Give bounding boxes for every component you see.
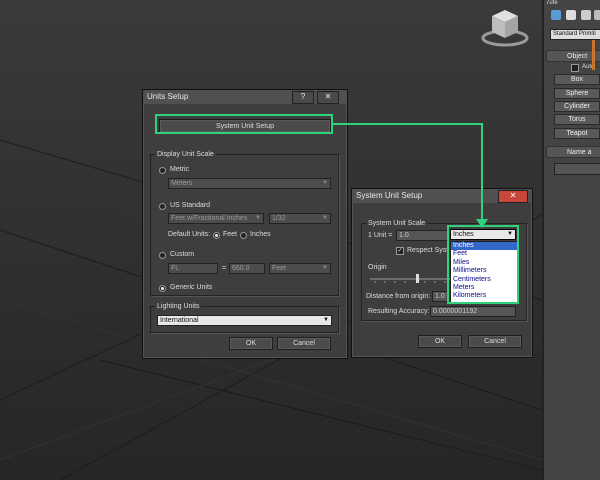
panel-accent	[592, 40, 595, 70]
connector-arrow-icon	[333, 123, 488, 228]
